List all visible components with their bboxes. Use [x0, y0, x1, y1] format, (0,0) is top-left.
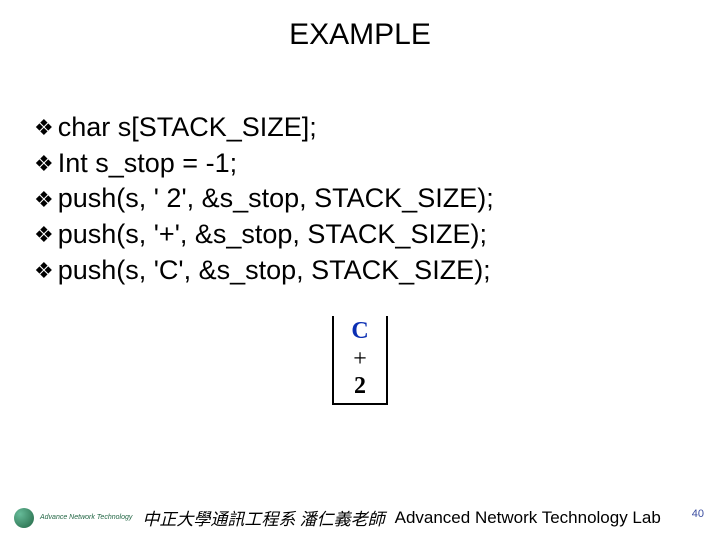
code-line-1: ❖ char s[STACK_SIZE]; [34, 110, 686, 146]
diamond-bullet-icon: ❖ [34, 149, 54, 178]
code-text: Int s_stop = -1; [58, 146, 237, 182]
footer-english: Advanced Network Technology Lab [395, 508, 706, 528]
page-number: 40 [692, 508, 704, 520]
stack-cell-bot: 2 [334, 373, 386, 401]
code-text: push(s, '+', &s_stop, STACK_SIZE); [58, 217, 487, 253]
code-text: push(s, ' 2', &s_stop, STACK_SIZE); [58, 181, 494, 217]
slide-content: ❖ char s[STACK_SIZE]; ❖ Int s_stop = -1;… [0, 52, 720, 405]
code-line-4: ❖ push(s, '+', &s_stop, STACK_SIZE); [34, 217, 686, 253]
slide-title: EXAMPLE [0, 0, 720, 52]
code-text: push(s, 'C', &s_stop, STACK_SIZE); [58, 253, 491, 289]
diamond-bullet-icon: ❖ [34, 220, 54, 249]
code-line-2: ❖ Int s_stop = -1; [34, 146, 686, 182]
diamond-bullet-icon: ❖ [34, 113, 54, 142]
slide-footer: Advance Network Technology 中正大學通訊工程系 潘仁義… [0, 505, 720, 530]
diamond-bullet-icon: ❖ [34, 256, 54, 285]
code-line-5: ❖ push(s, 'C', &s_stop, STACK_SIZE); [34, 253, 686, 289]
code-text: char s[STACK_SIZE]; [58, 110, 317, 146]
stack-cell-top: C [334, 318, 386, 346]
code-line-3: ❖ push(s, ' 2', &s_stop, STACK_SIZE); [34, 181, 686, 217]
lab-logo-icon [14, 508, 34, 528]
lab-logo-text: Advance Network Technology [40, 514, 132, 521]
stack-cell-mid: + [334, 346, 386, 374]
footer-chinese: 中正大學通訊工程系 潘仁義老師 [142, 505, 384, 530]
stack-diagram: C + 2 [332, 316, 388, 405]
diamond-bullet-icon: ❖ [34, 185, 54, 214]
